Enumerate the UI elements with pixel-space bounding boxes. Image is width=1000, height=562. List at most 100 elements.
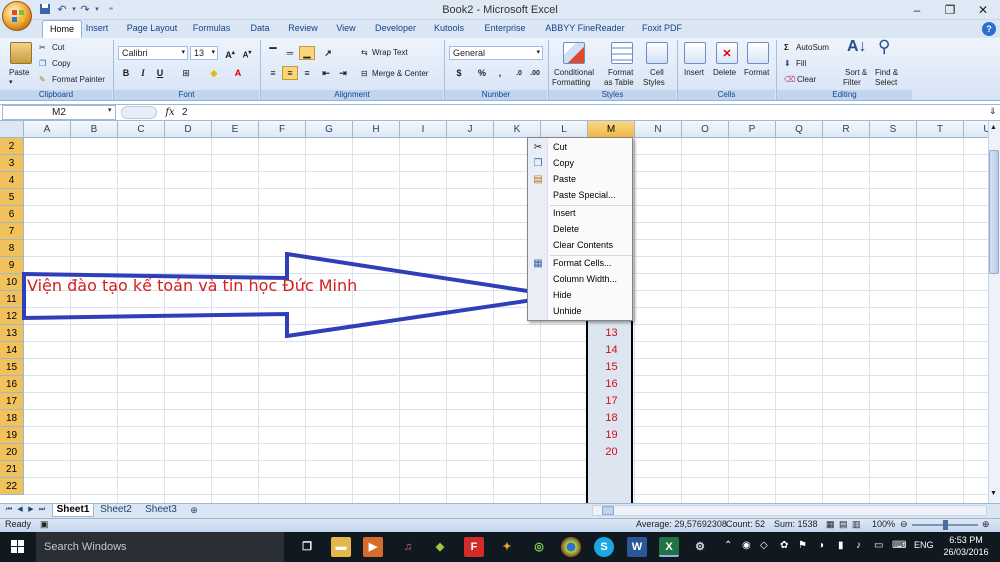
format-as-table-label2[interactable]: as Table bbox=[604, 78, 634, 88]
tab-insert[interactable]: Insert bbox=[82, 20, 112, 38]
tray-app5-icon[interactable]: ◑ bbox=[818, 540, 824, 551]
conditional-formatting-button[interactable]: Conditional bbox=[554, 68, 594, 78]
row-header-21[interactable]: 21 bbox=[0, 461, 24, 478]
column-header-e[interactable]: E bbox=[212, 121, 259, 138]
row-header-11[interactable]: 11 bbox=[0, 291, 24, 308]
row-header-2[interactable]: 2 bbox=[0, 138, 24, 155]
cc-cleaner-icon[interactable]: ◎ bbox=[529, 537, 549, 557]
settings-app-icon[interactable]: ⚙ bbox=[690, 537, 710, 557]
menu-item-copy[interactable]: ❐ Copy bbox=[528, 156, 632, 172]
paste-dropdown-icon[interactable]: ▾ bbox=[9, 78, 13, 88]
sheet-tab-sheet1[interactable]: Sheet1 bbox=[52, 504, 94, 517]
music-app-icon[interactable]: ♫ bbox=[398, 537, 418, 557]
tab-enterprise[interactable]: Enterprise bbox=[482, 20, 528, 38]
insert-cells-button[interactable]: Insert bbox=[684, 68, 704, 78]
cell-m-value[interactable]: 19 bbox=[588, 427, 635, 444]
delete-cells-icon[interactable]: ✕ bbox=[716, 42, 738, 64]
orientation-icon[interactable]: ↗ bbox=[320, 46, 336, 60]
format-cells-icon[interactable] bbox=[747, 42, 769, 64]
decrease-indent-icon[interactable]: ⇤ bbox=[318, 66, 334, 80]
foxit-reader-icon[interactable]: F bbox=[464, 537, 484, 557]
media-player-icon[interactable]: ▶ bbox=[363, 537, 383, 557]
menu-item-paste[interactable]: ▤ Paste bbox=[528, 172, 632, 188]
skype-icon[interactable]: S bbox=[594, 537, 614, 557]
comma-button[interactable]: , bbox=[492, 66, 508, 80]
row-header-15[interactable]: 15 bbox=[0, 359, 24, 376]
column-header-b[interactable]: B bbox=[71, 121, 118, 138]
tab-review[interactable]: Review bbox=[285, 20, 321, 38]
column-header-n[interactable]: N bbox=[635, 121, 682, 138]
horizontal-scroll-thumb[interactable] bbox=[602, 506, 614, 515]
vertical-scroll-thumb[interactable] bbox=[989, 150, 999, 274]
decrease-decimal-icon[interactable]: .00 bbox=[527, 66, 543, 80]
page-layout-view-icon[interactable]: ▤ bbox=[839, 519, 848, 530]
next-sheet-icon[interactable]: ▶ bbox=[26, 505, 36, 515]
column-header-m[interactable]: M bbox=[588, 121, 635, 138]
column-header-k[interactable]: K bbox=[494, 121, 541, 138]
input-language[interactable]: ENG bbox=[914, 540, 934, 550]
paint-app-icon[interactable]: ◆ bbox=[430, 537, 450, 557]
menu-item-unhide[interactable]: Unhide bbox=[528, 304, 632, 320]
column-header-r[interactable]: R bbox=[823, 121, 870, 138]
insert-cells-icon[interactable] bbox=[684, 42, 706, 64]
cell-styles-button[interactable]: Cell bbox=[650, 68, 664, 78]
column-header-d[interactable]: D bbox=[165, 121, 212, 138]
keyboard-icon[interactable]: ⌨ bbox=[892, 540, 906, 551]
fill-icon[interactable]: ⬇ bbox=[784, 59, 791, 69]
cut-icon[interactable]: ✂ bbox=[39, 43, 46, 53]
word-icon[interactable]: W bbox=[627, 537, 647, 557]
tray-expand-icon[interactable]: ⌃ bbox=[724, 540, 732, 551]
increase-indent-icon[interactable]: ⇥ bbox=[335, 66, 351, 80]
minimize-button[interactable]: – bbox=[900, 0, 934, 20]
paste-button[interactable]: Paste bbox=[9, 68, 29, 78]
sort-filter-icon[interactable]: A↓ bbox=[847, 39, 867, 55]
zoom-slider-thumb[interactable] bbox=[943, 520, 948, 530]
scroll-down-icon[interactable]: ▼ bbox=[990, 490, 997, 497]
underline-button[interactable]: U bbox=[152, 66, 168, 80]
insert-function-button[interactable]: fx bbox=[162, 105, 178, 120]
paste-icon[interactable] bbox=[10, 42, 32, 64]
row-header-18[interactable]: 18 bbox=[0, 410, 24, 427]
cell-m-value[interactable]: 18 bbox=[588, 410, 635, 427]
excel-taskbar-icon[interactable]: X bbox=[659, 537, 679, 557]
row-header-19[interactable]: 19 bbox=[0, 427, 24, 444]
cell-m-value[interactable]: 20 bbox=[588, 444, 635, 461]
row-header-7[interactable]: 7 bbox=[0, 223, 24, 240]
column-header-s[interactable]: S bbox=[870, 121, 917, 138]
sheet-tab-sheet3[interactable]: Sheet3 bbox=[141, 504, 181, 517]
column-header-f[interactable]: F bbox=[259, 121, 306, 138]
normal-view-icon[interactable]: ▦ bbox=[826, 519, 835, 530]
tab-home[interactable]: Home bbox=[42, 20, 82, 38]
column-header-h[interactable]: H bbox=[353, 121, 400, 138]
menu-item-delete[interactable]: Delete bbox=[528, 222, 632, 238]
menu-item-column-width[interactable]: Column Width... bbox=[528, 272, 632, 288]
align-center-icon[interactable]: ≡ bbox=[282, 66, 298, 80]
find-select-label2[interactable]: Select bbox=[875, 78, 897, 88]
tab-page-layout[interactable]: Page Layout bbox=[123, 20, 181, 38]
column-header-i[interactable]: I bbox=[400, 121, 447, 138]
network-icon[interactable]: ▮ bbox=[838, 540, 844, 551]
format-as-table-icon[interactable] bbox=[611, 42, 633, 64]
volume-icon[interactable]: ♪ bbox=[856, 540, 861, 551]
zoom-out-icon[interactable]: ⊖ bbox=[900, 519, 908, 530]
format-painter-icon[interactable]: ✎ bbox=[39, 75, 46, 85]
merge-center-icon[interactable]: ⊟ bbox=[361, 69, 368, 79]
restore-button[interactable]: ❐ bbox=[933, 0, 967, 20]
row-header-20[interactable]: 20 bbox=[0, 444, 24, 461]
italic-button[interactable]: I bbox=[135, 66, 151, 80]
align-right-icon[interactable]: ≡ bbox=[299, 66, 315, 80]
cell-m-value[interactable]: 15 bbox=[588, 359, 635, 376]
column-header-l[interactable]: L bbox=[541, 121, 588, 138]
row-header-22[interactable]: 22 bbox=[0, 478, 24, 495]
wrap-text-icon[interactable]: ⇆ bbox=[361, 48, 368, 58]
last-sheet-icon[interactable]: ⏭ bbox=[37, 505, 47, 515]
menu-item-paste-special[interactable]: Paste Special... bbox=[528, 188, 632, 204]
autosum-button[interactable]: AutoSum bbox=[796, 43, 829, 53]
format-cells-button[interactable]: Format bbox=[744, 68, 769, 78]
expand-formula-bar-icon[interactable]: ⇓ bbox=[989, 106, 997, 117]
scroll-up-icon[interactable]: ▲ bbox=[990, 124, 997, 131]
row-header-9[interactable]: 9 bbox=[0, 257, 24, 274]
wrap-text-button[interactable]: Wrap Text bbox=[372, 48, 408, 58]
menu-item-cut[interactable]: ✂ Cut bbox=[528, 140, 632, 156]
battery-icon[interactable]: ▭ bbox=[874, 540, 883, 551]
